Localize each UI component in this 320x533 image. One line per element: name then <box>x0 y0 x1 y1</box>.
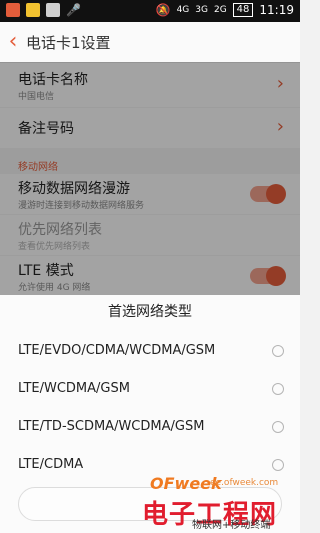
microphone-icon: 🎤 <box>66 3 81 17</box>
network-option-label: LTE/TD-SCDMA/WCDMA/GSM <box>18 419 205 434</box>
network-option[interactable]: LTE/WCDMA/GSM <box>0 371 300 409</box>
notification-icons: 🎤 <box>6 3 81 17</box>
network-option-label: LTE/CDMA <box>18 457 84 472</box>
radio-button[interactable] <box>272 383 284 395</box>
shield-notification-icon <box>26 3 40 17</box>
network-option[interactable]: LTE/EVDO/CDMA/WCDMA/GSM <box>0 333 300 371</box>
status-bar: 🎤 🔕 4G 3G 2G 48 11:19 <box>0 0 300 22</box>
system-icons: 🔕 4G 3G 2G 48 11:19 <box>156 3 294 17</box>
app-notification-icon <box>6 3 20 17</box>
dialog-title: 首选网络类型 <box>108 304 192 320</box>
network-option[interactable]: LTE/TD-SCDMA/WCDMA/GSM <box>0 409 300 447</box>
clock-time: 11:19 <box>259 3 294 17</box>
network-option-label: LTE/EVDO/CDMA/WCDMA/GSM <box>18 343 216 358</box>
mute-icon: 🔕 <box>155 3 171 17</box>
network-2g-label: 2G <box>213 5 227 15</box>
network-3g-label: 3G <box>195 5 208 15</box>
battery-icon: 48 <box>232 3 254 17</box>
watermark-domain: ee.ofweek.com <box>210 478 279 488</box>
app-bar: ‹ 电话卡1设置 <box>0 22 300 63</box>
radio-button[interactable] <box>272 459 284 471</box>
watermark-caption: 物联网+移动终端 <box>192 520 271 531</box>
back-chevron-icon[interactable]: ‹ <box>0 31 26 53</box>
network-4g-label: 4G <box>176 5 190 15</box>
radio-button[interactable] <box>272 421 284 433</box>
radio-button[interactable] <box>272 345 284 357</box>
file-notification-icon <box>46 3 60 17</box>
network-option-label: LTE/WCDMA/GSM <box>18 381 130 396</box>
page-title: 电话卡1设置 <box>26 33 111 52</box>
